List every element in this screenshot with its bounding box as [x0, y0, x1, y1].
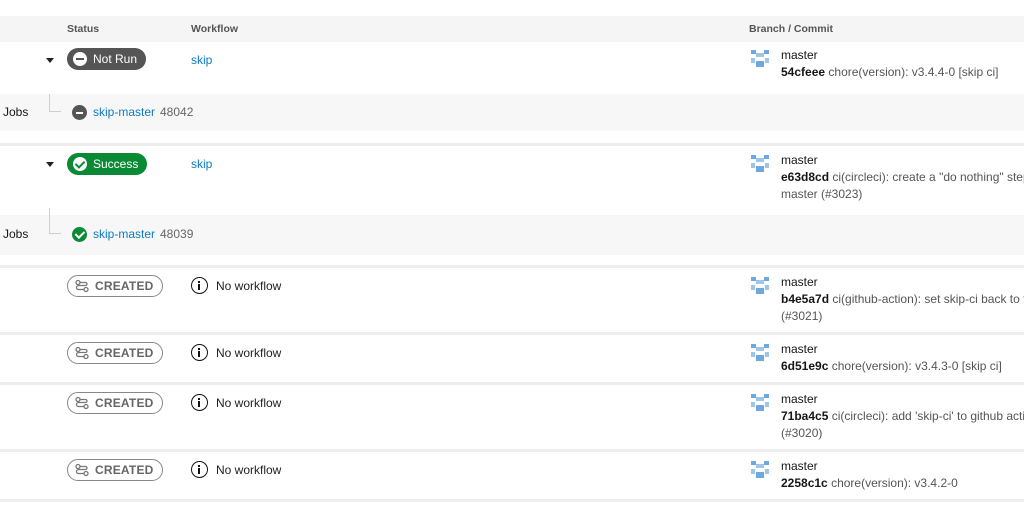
commit-message: chore(version): v3.4.2-0	[831, 476, 958, 490]
job-number: 48039	[160, 227, 194, 241]
commit-message: chore(version): v3.4.3-0 [skip ci]	[831, 359, 1002, 373]
chevron-down-icon[interactable]	[46, 162, 54, 167]
created-icon	[75, 279, 89, 293]
commit-info: 71ba4c5 ci(circleci): add 'skip-ci' to g…	[781, 408, 1024, 442]
pipeline-row: CREATED No workflow master b4e5a7d ci(gi…	[0, 268, 1024, 332]
commit-message: ci(github-action): set skip-ci back to f…	[832, 292, 1024, 306]
info-icon	[191, 277, 208, 294]
commit-sha[interactable]: 71ba4c5	[781, 409, 828, 423]
status-label: Success	[93, 157, 139, 171]
branch-name[interactable]: master	[781, 392, 818, 406]
commit-message-continued: master (#3023)	[781, 187, 863, 201]
commit-message: chore(version): v3.4.4-0 [skip ci]	[828, 65, 999, 79]
pipeline-row: Success skip master e63d8cd ci(circleci)…	[0, 146, 1024, 215]
tree-connector	[49, 208, 61, 234]
commit-sha[interactable]: 54cfeee	[781, 65, 825, 79]
branch-name[interactable]: master	[781, 153, 818, 167]
commit-message-continued: (#3020)	[781, 426, 823, 440]
commit-message-continued: (#3021)	[781, 309, 823, 323]
status-label: Not Run	[93, 52, 138, 66]
commit-sha[interactable]: 6d51e9c	[781, 359, 828, 373]
status-badge: CREATED	[67, 342, 163, 364]
status-label: CREATED	[95, 396, 154, 410]
created-icon	[75, 346, 89, 360]
job-number: 48042	[160, 105, 194, 119]
divider	[0, 499, 1024, 502]
status-column-header: Status	[67, 23, 100, 35]
commit-info: e63d8cd ci(circleci): create a "do nothi…	[781, 169, 1024, 203]
no-workflow-label: No workflow	[216, 278, 282, 293]
branch-name[interactable]: master	[781, 459, 818, 473]
not-run-icon	[72, 105, 87, 120]
status-badge: CREATED	[67, 275, 163, 297]
no-workflow: No workflow	[191, 344, 281, 361]
status-badge[interactable]: Not Run	[67, 48, 147, 70]
commit-sha[interactable]: e63d8cd	[781, 170, 829, 184]
avatar	[750, 276, 770, 296]
created-icon	[75, 396, 89, 410]
no-workflow: No workflow	[191, 461, 281, 478]
info-icon	[191, 461, 208, 478]
avatar	[750, 460, 770, 480]
jobs-label: Jobs	[3, 105, 29, 119]
commit-sha[interactable]: 2258c1c	[781, 476, 828, 490]
no-workflow: No workflow	[191, 277, 281, 294]
workflow-column-header: Workflow	[191, 23, 239, 35]
branch-name[interactable]: master	[781, 275, 818, 289]
workflow-link[interactable]: skip	[191, 157, 212, 171]
tree-connector	[49, 94, 61, 112]
status-label: CREATED	[95, 279, 154, 293]
pipeline-row: CREATED No workflow master 71ba4c5 ci(ci…	[0, 385, 1024, 449]
created-icon	[75, 463, 89, 477]
branch-commit-column-header: Branch / Commit	[749, 23, 834, 35]
table-header: Status Workflow Branch / Commit	[0, 16, 1024, 42]
status-label: CREATED	[95, 346, 154, 360]
commit-info: b4e5a7d ci(github-action): set skip-ci b…	[781, 291, 1024, 325]
jobs-row: Jobs skip-master 48039	[0, 208, 1024, 255]
avatar	[750, 393, 770, 413]
jobs-row: Jobs skip-master 48042	[0, 94, 1024, 131]
job-link[interactable]: skip-master	[93, 227, 155, 241]
commit-info: 2258c1c chore(version): v3.4.2-0	[781, 475, 1024, 492]
success-icon	[72, 227, 87, 242]
status-badge: CREATED	[67, 459, 163, 481]
commit-sha[interactable]: b4e5a7d	[781, 292, 829, 306]
status-badge: CREATED	[67, 392, 163, 414]
check-icon	[73, 157, 87, 171]
commit-info: 6d51e9c chore(version): v3.4.3-0 [skip c…	[781, 358, 1024, 375]
avatar	[750, 343, 770, 363]
workflow-link[interactable]: skip	[191, 53, 212, 67]
no-workflow-label: No workflow	[216, 345, 282, 360]
no-workflow-label: No workflow	[216, 462, 282, 477]
info-icon	[191, 344, 208, 361]
status-label: CREATED	[95, 463, 154, 477]
jobs-label: Jobs	[3, 227, 29, 241]
chevron-down-icon[interactable]	[46, 58, 54, 63]
pipeline-row: Not Run skip master 54cfeee chore(versio…	[0, 42, 1024, 94]
commit-message: ci(circleci): create a "do nothing" step…	[832, 170, 1024, 184]
status-badge[interactable]: Success	[67, 153, 148, 175]
not-run-icon	[73, 52, 87, 66]
no-workflow-label: No workflow	[216, 395, 282, 410]
pipeline-row: CREATED No workflow master 6d51e9c chore…	[0, 335, 1024, 382]
avatar	[750, 154, 770, 174]
no-workflow: No workflow	[191, 394, 281, 411]
pipeline-row: CREATED No workflow master 2258c1c chore…	[0, 452, 1024, 499]
commit-message: ci(circleci): add 'skip-ci' to github ac…	[831, 409, 1024, 423]
branch-name[interactable]: master	[781, 342, 818, 356]
info-icon	[191, 394, 208, 411]
commit-info: 54cfeee chore(version): v3.4.4-0 [skip c…	[781, 64, 1024, 81]
job-link[interactable]: skip-master	[93, 105, 155, 119]
avatar	[750, 49, 770, 69]
branch-name[interactable]: master	[781, 48, 818, 62]
